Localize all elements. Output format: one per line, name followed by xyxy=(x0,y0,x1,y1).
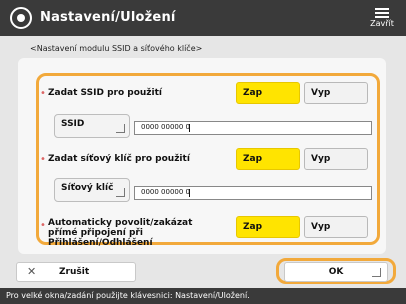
ssid-off-label: Vyp xyxy=(311,88,331,98)
network-key-input-label: Síťový klíč xyxy=(61,183,114,193)
section-subtitle: <Nastavení modulu SSID a síťového klíče> xyxy=(30,44,203,53)
corner-arrow-icon xyxy=(116,124,125,133)
network-key-field[interactable]: 0000 00000 0 xyxy=(134,186,372,200)
ssid-off-button[interactable]: Vyp xyxy=(304,82,368,104)
corner-arrow-icon xyxy=(372,268,381,277)
network-key-input-button[interactable]: Síťový klíč xyxy=(54,178,130,202)
cancel-button[interactable]: ✕ Zrušit xyxy=(16,262,136,282)
corner-arrow-icon xyxy=(116,188,125,197)
row-bullet: • xyxy=(40,220,46,231)
text-caret xyxy=(189,189,190,197)
network-key-off-button[interactable]: Vyp xyxy=(304,148,368,170)
row-label-network-key: Zadat síťový klíč pro použití xyxy=(48,154,190,164)
ok-button[interactable]: OK xyxy=(284,262,388,282)
ssid-input-label: SSID xyxy=(61,119,85,129)
status-bar: Pro velké okna/zadání použijte klávesnic… xyxy=(0,288,406,304)
ssid-on-button[interactable]: Zap xyxy=(236,82,300,104)
network-key-field-value: 0000 00000 0 xyxy=(141,188,190,196)
text-caret xyxy=(189,124,190,132)
network-key-off-label: Vyp xyxy=(311,154,331,164)
row-bullet: • xyxy=(40,88,46,99)
cancel-label: Zrušit xyxy=(59,267,90,277)
status-text: Pro velké okna/zadání použijte klávesnic… xyxy=(6,291,250,300)
network-key-on-button[interactable]: Zap xyxy=(236,148,300,170)
network-key-on-label: Zap xyxy=(243,154,263,164)
auto-connect-off-button[interactable]: Vyp xyxy=(304,216,368,238)
row-bullet: • xyxy=(40,154,46,165)
settings-window: Nastavení/Uložení Zavřít <Nastavení modu… xyxy=(0,0,406,304)
auto-connect-on-button[interactable]: Zap xyxy=(236,216,300,238)
ssid-input-button[interactable]: SSID xyxy=(54,114,130,138)
ssid-field-value: 0000 00000 0 xyxy=(141,123,190,131)
ssid-field[interactable]: 0000 00000 0 xyxy=(134,121,372,135)
close-label: Zavřít xyxy=(370,19,394,28)
close-button[interactable]: Zavřít xyxy=(368,6,396,30)
menu-close-icon xyxy=(375,8,389,18)
ssid-on-label: Zap xyxy=(243,88,263,98)
row-label-auto-connect: Automaticky povolit/zakázat přímé připoj… xyxy=(48,218,193,248)
page-title: Nastavení/Uložení xyxy=(40,10,176,25)
x-icon: ✕ xyxy=(27,265,37,278)
row-label-ssid: Zadat SSID pro použití xyxy=(48,88,163,98)
header-bar: Nastavení/Uložení Zavřít xyxy=(0,0,406,36)
gear-icon xyxy=(10,7,32,29)
auto-connect-off-label: Vyp xyxy=(311,222,331,232)
auto-connect-on-label: Zap xyxy=(243,222,263,232)
